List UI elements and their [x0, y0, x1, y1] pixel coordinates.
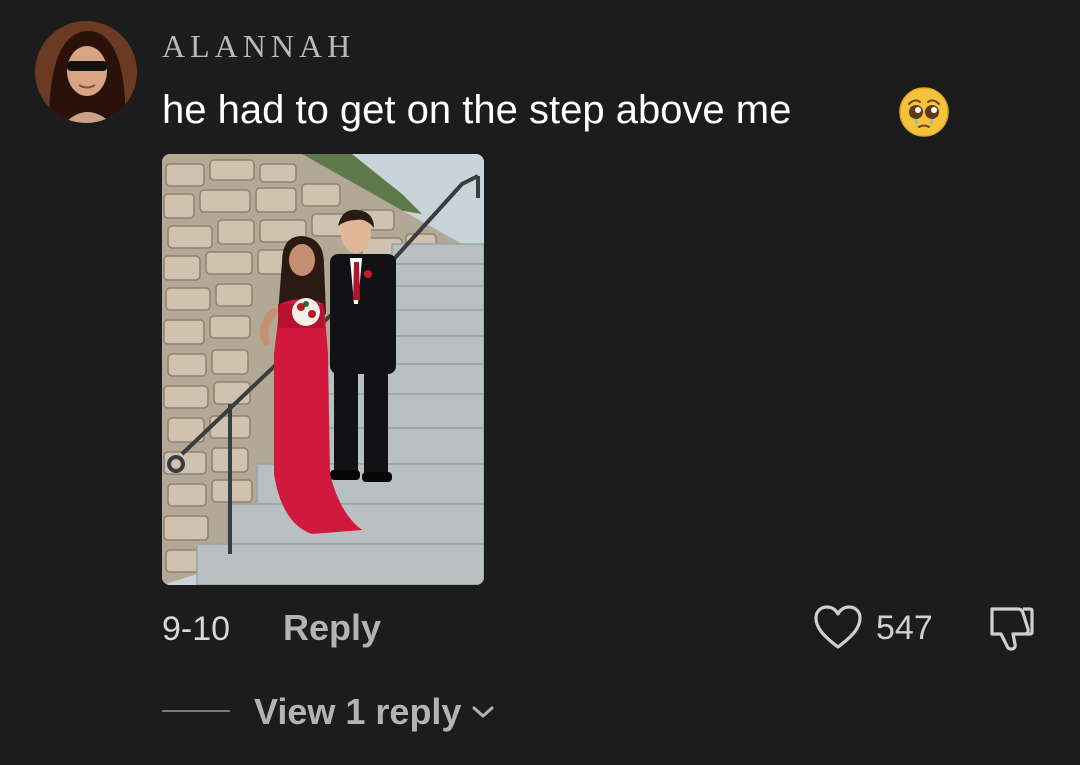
comment-photo[interactable] — [162, 154, 484, 585]
prom-photo — [162, 154, 484, 585]
avatar-image — [35, 21, 137, 123]
like-button[interactable]: 547 — [812, 602, 933, 654]
comment-username[interactable]: ALANNAH — [162, 28, 355, 64]
thumbs-down-icon[interactable] — [984, 603, 1036, 653]
chevron-down-icon — [472, 706, 494, 718]
replies-divider — [162, 710, 230, 712]
like-count: 547 — [876, 609, 933, 647]
comment-date: 9-10 — [162, 610, 231, 648]
view-replies-label: View 1 reply — [254, 691, 462, 732]
comment-text: he had to get on the step above me — [162, 88, 792, 132]
view-replies-button[interactable]: View 1 reply — [254, 690, 495, 734]
avatar[interactable] — [35, 21, 137, 123]
pleading-face-emoji — [899, 87, 949, 137]
heart-icon[interactable] — [812, 603, 864, 653]
reply-button[interactable]: Reply — [283, 607, 381, 649]
